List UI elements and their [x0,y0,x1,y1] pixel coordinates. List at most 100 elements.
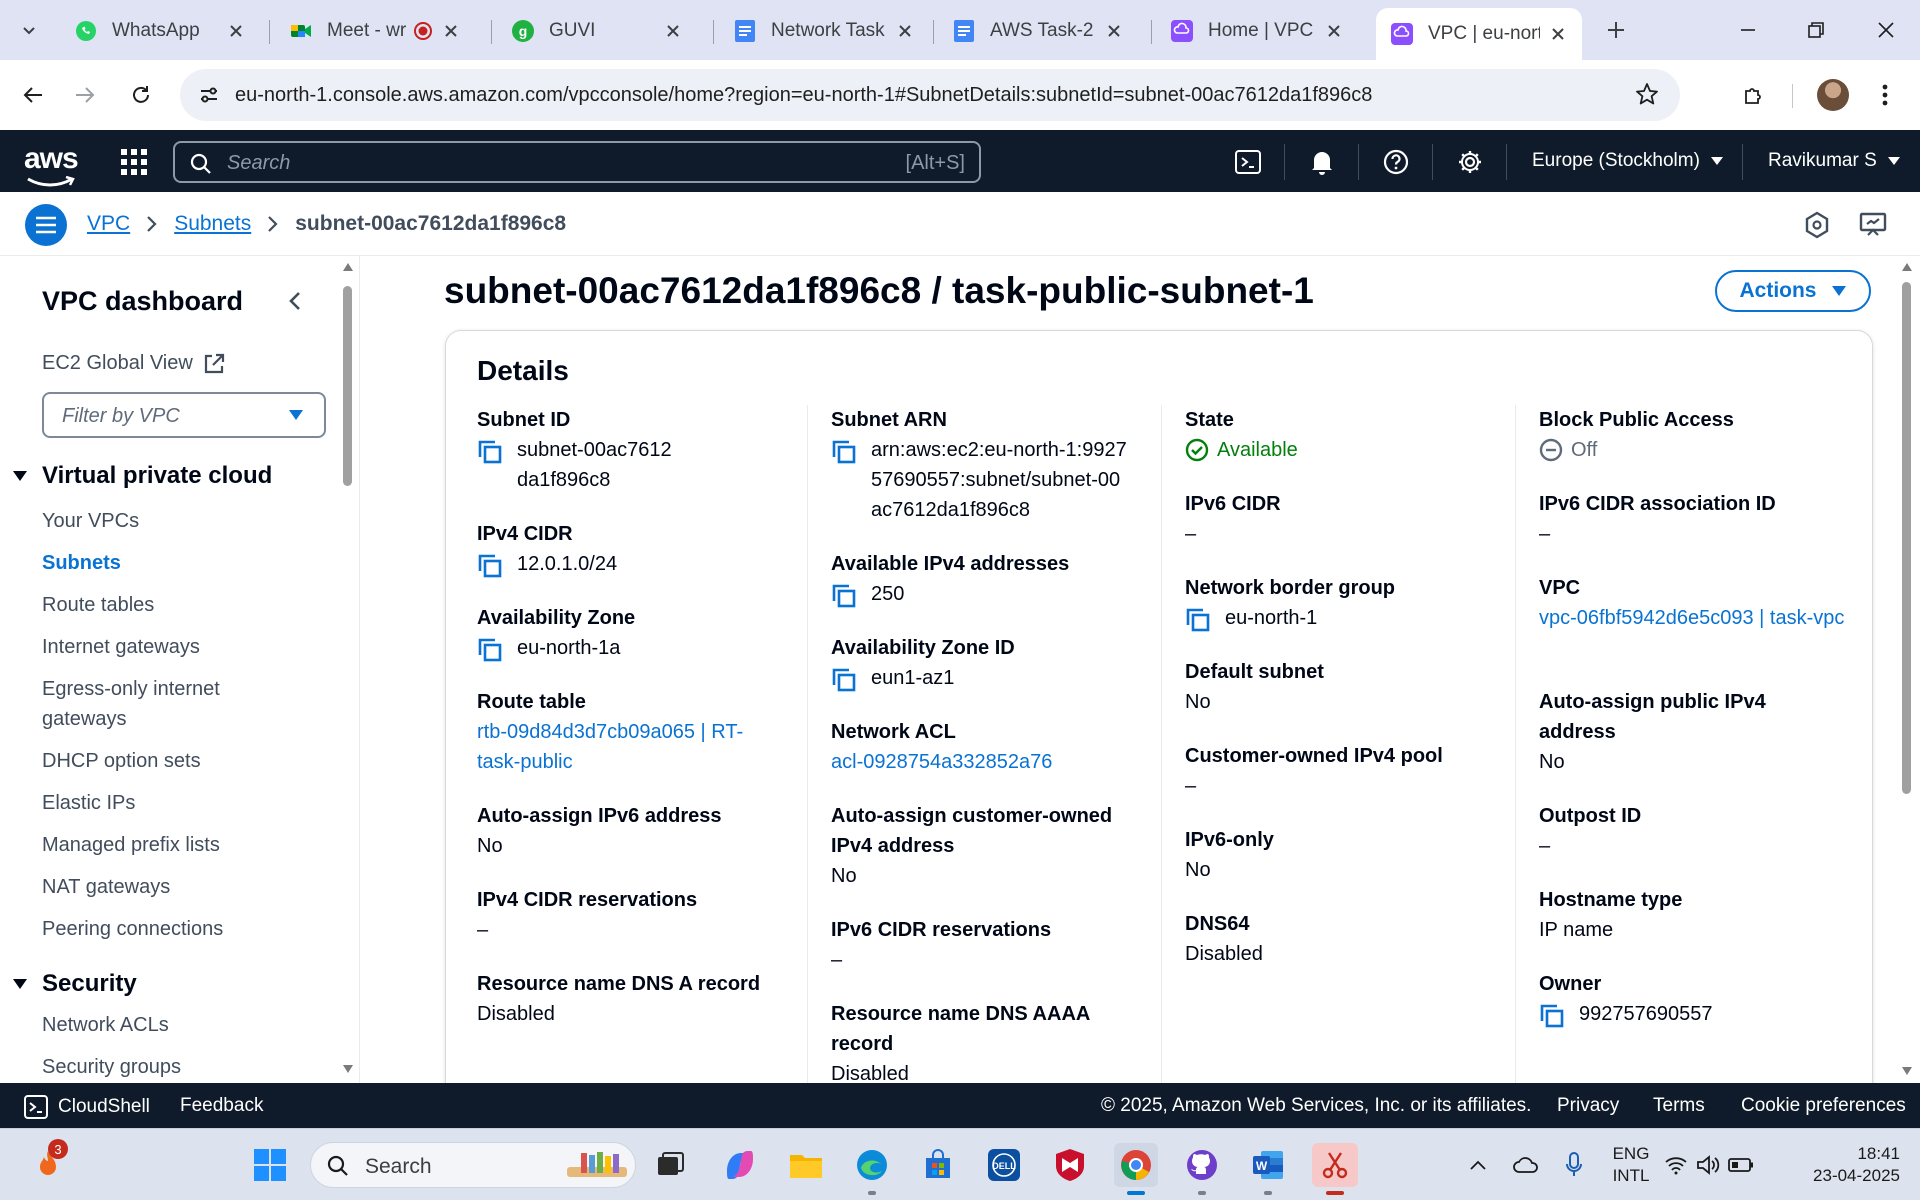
sidebar-item-elastic-ips[interactable]: Elastic IPs [42,788,135,818]
help-button[interactable] [1381,147,1411,177]
collapse-sidebar-button[interactable] [280,286,310,316]
sidebar-title[interactable]: VPC dashboard [42,286,243,317]
main-scroll-thumb[interactable] [1902,282,1911,794]
section-security[interactable]: Security [12,970,137,998]
microphone-button[interactable] [1552,1143,1596,1187]
copy-icon[interactable] [477,637,503,663]
cloudshell-button[interactable] [1233,147,1263,177]
sidebar-item-dhcp-option-sets[interactable]: DHCP option sets [42,746,201,776]
copy-icon[interactable] [1539,1003,1565,1029]
task-view-button[interactable] [648,1143,692,1187]
sidebar-item-subnets[interactable]: Subnets [42,548,121,578]
copy-icon[interactable] [831,583,857,609]
profile-avatar[interactable] [1817,79,1849,111]
sidebar-scroll-thumb[interactable] [343,286,352,486]
close-icon[interactable] [1548,24,1568,44]
close-icon[interactable] [663,21,683,41]
navigation-toggle-button[interactable] [25,204,67,246]
tutorial-panel-button[interactable] [1858,210,1888,240]
copy-icon[interactable] [831,439,857,465]
restore-button[interactable] [1792,10,1840,50]
close-icon[interactable] [895,21,915,41]
account-menu[interactable]: Ravikumar S [1768,150,1901,172]
chrome-taskbar-button[interactable] [1114,1143,1158,1195]
edge-button[interactable] [850,1143,894,1195]
copilot-button[interactable] [718,1143,762,1187]
reload-button[interactable] [122,76,160,114]
minimize-button[interactable] [1724,10,1772,50]
browser-tab-home-vpc[interactable]: Home | VPC | [1156,10,1358,52]
route-table-link[interactable]: rtb-09d84d3d7cb09a065 | RT-task-public [477,717,777,777]
sidebar-item-nat-gateways[interactable]: NAT gateways [42,872,170,902]
close-icon[interactable] [441,21,461,41]
aws-logo[interactable]: aws [24,142,79,187]
back-button[interactable] [14,76,52,114]
chrome-menu-button[interactable] [1866,76,1904,114]
sidebar-item-your-vpcs[interactable]: Your VPCs [42,506,139,536]
filter-by-vpc-select[interactable]: Filter by VPC [42,392,326,438]
copy-icon[interactable] [477,439,503,465]
copy-icon[interactable] [1185,607,1211,633]
input-language-indicator[interactable]: ENG INTL [1606,1143,1656,1187]
breadcrumb-vpc-link[interactable]: VPC [87,212,130,236]
close-window-button[interactable] [1862,10,1910,50]
new-tab-button[interactable] [1598,12,1634,48]
site-info-icon[interactable] [198,84,220,106]
sidebar-item-security-groups[interactable]: Security groups [42,1052,181,1082]
breadcrumb-subnets-link[interactable]: Subnets [174,212,251,236]
microsoft-store-button[interactable] [916,1143,960,1187]
scroll-down-arrow-icon[interactable] [1901,1066,1913,1076]
start-button[interactable] [248,1143,292,1187]
services-grid-icon[interactable] [120,148,148,176]
feedback-link[interactable]: Feedback [180,1095,263,1117]
settings-button[interactable] [1455,147,1485,177]
github-desktop-button[interactable] [1180,1143,1224,1195]
sidebar-item-peering-connections[interactable]: Peering connections [42,914,223,944]
section-virtual-private-cloud[interactable]: Virtual private cloud [12,462,272,490]
sidebar-item-network-acls[interactable]: Network ACLs [42,1010,169,1040]
browser-tab-network-task[interactable]: Network Task [719,10,929,52]
quick-settings-button[interactable] [1664,1143,1754,1187]
taskbar-search[interactable]: Search [310,1142,636,1188]
copy-icon[interactable] [831,667,857,693]
tab-search-button[interactable] [8,12,50,48]
close-icon[interactable] [1104,21,1124,41]
sidebar-item-internet-gateways[interactable]: Internet gateways [42,632,200,662]
word-button[interactable]: W [1246,1143,1290,1195]
close-icon[interactable] [1324,21,1344,41]
network-acl-link[interactable]: acl-0928754a332852a76 [831,747,1131,777]
ec2-global-view-link[interactable]: EC2 Global View [42,352,225,375]
sidebar-item-route-tables[interactable]: Route tables [42,590,154,620]
address-bar[interactable]: eu-north-1.console.aws.amazon.com/vpccon… [180,69,1680,121]
actions-button[interactable]: Actions [1715,270,1871,312]
show-hidden-icons-button[interactable] [1456,1143,1500,1187]
browser-tab-aws-task-2[interactable]: AWS Task-2 - [938,10,1138,52]
close-icon[interactable] [226,21,246,41]
cloudshell-footer-button[interactable]: CloudShell [24,1095,150,1119]
region-selector[interactable]: Europe (Stockholm) [1532,150,1724,172]
vpc-link[interactable]: vpc-06fbf5942d6e5c093 | task-vpc [1539,603,1849,633]
security-info-button[interactable] [1802,210,1832,240]
clock[interactable]: 18:41 23-04-2025 [1790,1143,1900,1187]
snipping-tool-button[interactable] [1312,1143,1358,1195]
browser-tab-guvi[interactable]: g GUVI [497,10,697,52]
weather-widget[interactable]: 3 [26,1139,70,1187]
extensions-button[interactable] [1735,76,1773,114]
forward-button[interactable] [66,76,104,114]
privacy-link[interactable]: Privacy [1557,1095,1619,1117]
notifications-button[interactable] [1307,147,1337,177]
onedrive-button[interactable] [1504,1143,1548,1187]
copy-icon[interactable] [477,553,503,579]
browser-tab-vpc-active[interactable]: VPC | eu-north [1376,8,1582,60]
browser-tab-meet[interactable]: Meet - wr [275,10,475,52]
dell-button[interactable]: DELL [982,1143,1026,1187]
aws-search-input[interactable]: Search [Alt+S] [173,141,981,183]
file-explorer-button[interactable] [784,1143,828,1187]
sidebar-item-managed-prefix-lists[interactable]: Managed prefix lists [42,830,220,860]
sidebar-item-egress-only-gateways[interactable]: Egress-only internet gateways [42,674,262,734]
scroll-up-arrow-icon[interactable] [1901,262,1913,272]
browser-tab-whatsapp[interactable]: WhatsApp [60,10,260,52]
mcafee-button[interactable] [1048,1143,1092,1187]
terms-link[interactable]: Terms [1653,1095,1705,1117]
cookie-preferences-link[interactable]: Cookie preferences [1741,1095,1906,1117]
